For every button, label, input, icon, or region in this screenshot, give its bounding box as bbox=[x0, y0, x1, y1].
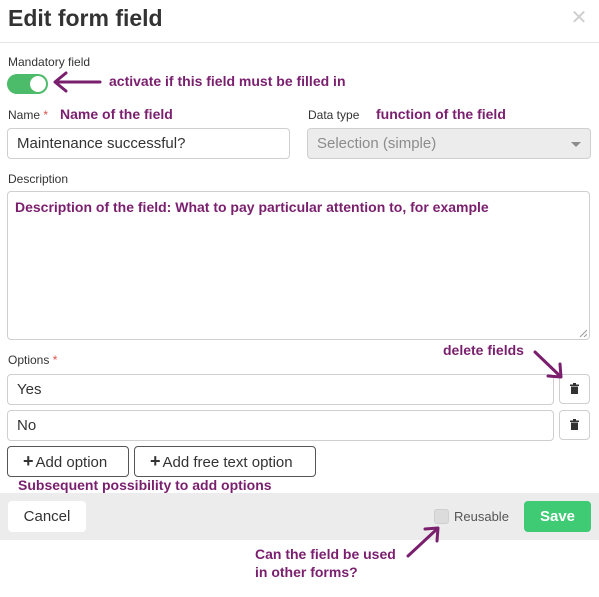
arrow-icon bbox=[53, 71, 102, 93]
annotation-arrows bbox=[53, 71, 563, 558]
arrow-icon bbox=[406, 526, 440, 558]
arrow-icon bbox=[533, 350, 563, 379]
